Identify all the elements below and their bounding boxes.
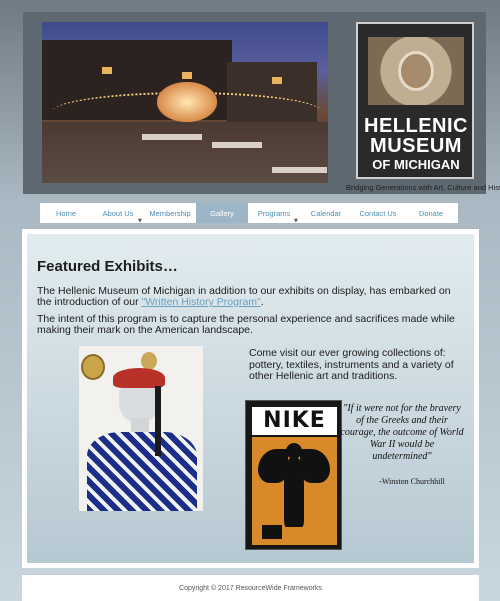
copyright-text: Copyright © 2017 ResourceWide Frameworks bbox=[179, 585, 322, 592]
nav-label: Home bbox=[55, 208, 76, 218]
nav-item-donate[interactable]: Donate bbox=[404, 203, 458, 223]
programs-submenu-arrow-icon[interactable]: ▼ bbox=[294, 218, 298, 224]
logo-text-line2: MUSEUM bbox=[370, 135, 462, 157]
nav-item-about-us[interactable]: About Us bbox=[92, 203, 144, 223]
nav-label: Calendar bbox=[310, 208, 342, 218]
nike-book-title: NIKE bbox=[252, 407, 337, 435]
churchill-quote: "If it were not for the bravery of the G… bbox=[340, 403, 464, 462]
mosaic-logo-image bbox=[368, 37, 464, 105]
nike-book-cover: NIKE bbox=[245, 400, 342, 550]
nav-item-home[interactable]: Home bbox=[40, 203, 92, 223]
logo-text-line3: OF MICHIGAN bbox=[372, 157, 460, 172]
page-title: Featured Exhibits… bbox=[37, 258, 178, 275]
content-panel: Featured Exhibits… The Hellenic Museum o… bbox=[22, 229, 479, 568]
site-tagline: Bridging Generations with Art, Culture a… bbox=[346, 183, 500, 192]
nav-label: Contact Us bbox=[359, 208, 397, 218]
nav-item-programs[interactable]: Programs bbox=[248, 203, 300, 223]
visit-collections-text: Come visit our ever growing collections … bbox=[249, 347, 454, 382]
about-submenu-arrow-icon[interactable]: ▼ bbox=[138, 218, 142, 224]
logo-text-line1: HELLENIC bbox=[364, 115, 468, 137]
museum-logo[interactable]: HELLENIC MUSEUM OF MICHIGAN bbox=[356, 22, 474, 179]
intent-paragraph: The intent of this program is to capture… bbox=[37, 313, 455, 336]
nav-label: About Us bbox=[102, 208, 134, 218]
hero-courtyard-photo bbox=[42, 22, 328, 183]
main-nav: Home About Us Membership Gallery Program… bbox=[40, 203, 458, 224]
nav-item-gallery[interactable]: Gallery bbox=[196, 203, 248, 223]
nav-label: Gallery bbox=[210, 208, 234, 218]
nav-label: Membership bbox=[149, 208, 191, 218]
intro-paragraph: The Hellenic Museum of Michigan in addit… bbox=[37, 286, 457, 308]
nav-item-membership[interactable]: Membership bbox=[144, 203, 196, 223]
quote-author: -Winston Churchhill bbox=[379, 477, 445, 486]
intro-text-end: . bbox=[260, 296, 264, 308]
site-header: HELLENIC MUSEUM OF MICHIGAN Bridging Gen… bbox=[23, 12, 500, 194]
site-footer: Copyright © 2017 ResourceWide Frameworks bbox=[22, 575, 479, 601]
nike-winged-figure-image bbox=[252, 437, 337, 545]
nav-label: Programs bbox=[257, 208, 291, 218]
nav-label: Donate bbox=[418, 208, 444, 218]
nav-item-calendar[interactable]: Calendar bbox=[300, 203, 352, 223]
costume-exhibit-photo bbox=[79, 346, 203, 511]
nav-item-contact-us[interactable]: Contact Us bbox=[352, 203, 404, 223]
written-history-program-link[interactable]: "Written History Program" bbox=[141, 296, 260, 308]
